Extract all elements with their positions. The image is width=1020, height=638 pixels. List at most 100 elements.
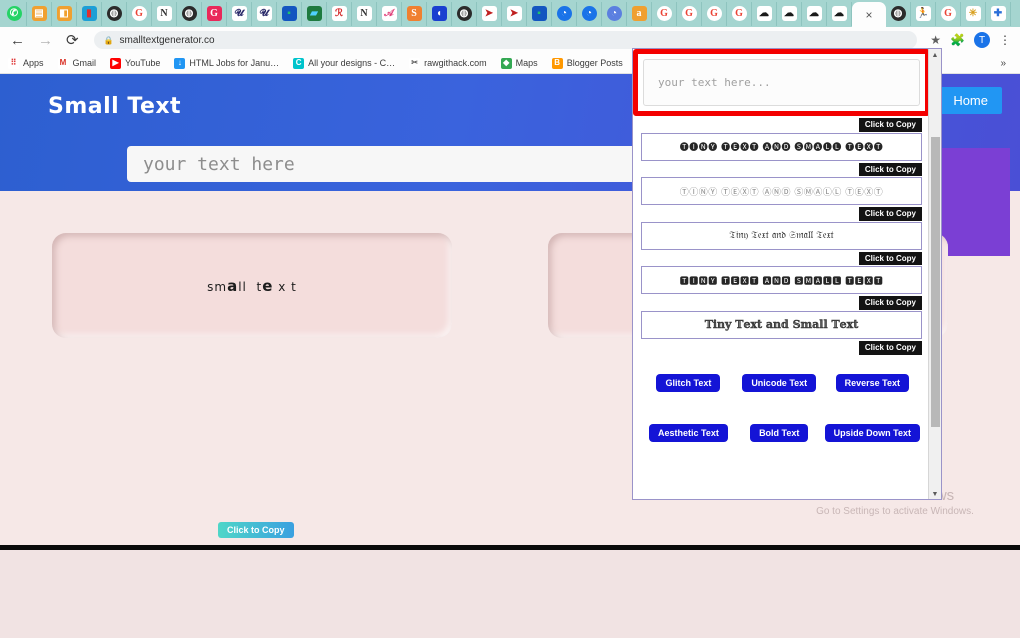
blue-box-tab-1[interactable]: ▪ xyxy=(277,1,302,26)
card-copy-button-1[interactable]: Click to Copy xyxy=(218,520,294,538)
script-tab-1-favicon-icon: 𝓤 xyxy=(231,6,247,21)
chrome-tab-7[interactable]: ◍ xyxy=(886,1,911,26)
chrome-tab-4[interactable]: ◔ xyxy=(552,1,577,26)
puzzle-tab[interactable]: ✚ xyxy=(986,1,1011,26)
result-fraktur-value: 𝔗𝔦𝔫𝔶 𝔗𝔢𝔵𝔱 𝔞𝔫𝔡 𝔖𝔪𝔞𝔩𝔩 𝔗𝔢𝔵𝔱 xyxy=(729,230,834,242)
popup-style-buttons: Glitch Text Unicode Text Reverse Text Aesth… xyxy=(633,358,930,448)
monkey-tab-2-favicon-icon: ☁ xyxy=(781,6,797,21)
chrome-tab-5-favicon-icon: ◔ xyxy=(581,6,597,21)
tab-strip: ✆ ▤ ◧ ▮ ◍ G N ◍ G 𝓤 𝓤 ▪ ▰ ℛ N 𝒜 S ◖ ◍ ➤ ➤ ▪ ◔ ◔ ◔ a G G G G ☁ ☁ ☁ ☁ × ◍ 🏃 G… xyxy=(0,0,1020,27)
amazon-tab[interactable]: a xyxy=(627,1,652,26)
popup-text-input[interactable]: your text here... xyxy=(643,59,920,106)
result-circled-light-copy-button[interactable]: Click to Copy xyxy=(858,207,922,221)
blue-red-tab[interactable]: ▮ xyxy=(77,1,102,26)
popup-input-highlight: your text here... xyxy=(633,49,930,116)
orange-app-tab[interactable]: ◧ xyxy=(52,1,77,26)
red-swoosh-tab-1[interactable]: ➤ xyxy=(477,1,502,26)
bookmark-label: All your designs - C… xyxy=(308,58,396,68)
whatsapp-tab[interactable]: ✆ xyxy=(2,1,27,26)
monkey-tab-4[interactable]: ☁ xyxy=(827,1,852,26)
forward-icon[interactable]: → xyxy=(38,33,53,48)
chrome-tab-6[interactable]: ◔ xyxy=(602,1,627,26)
red-swoosh-tab-1-favicon-icon: ➤ xyxy=(481,6,497,21)
chrome-tab-5[interactable]: ◔ xyxy=(577,1,602,26)
result-fraktur-field[interactable]: 𝔗𝔦𝔫𝔶 𝔗𝔢𝔵𝔱 𝔞𝔫𝔡 𝔖𝔪𝔞𝔩𝔩 𝔗𝔢𝔵𝔱 xyxy=(641,221,922,250)
scrollbar-thumb[interactable] xyxy=(931,137,940,427)
popup-scrollbar[interactable]: ▲ ▼ xyxy=(928,49,941,499)
monkey-tab-2[interactable]: ☁ xyxy=(777,1,802,26)
back-icon[interactable]: ← xyxy=(10,33,25,48)
card-small-text-value: small te x t xyxy=(207,276,297,295)
result-circled-light-field[interactable]: ⓉⒾⓃⓎ ⓉⒺⓍⓉ ⒶⓃⒹ ⓈⓂⒶⓁⓁ ⓉⒺⓍⓉ xyxy=(641,177,922,206)
result-serif-bold-copy-button[interactable]: Click to Copy xyxy=(858,340,922,355)
bookmarks-overflow-icon[interactable]: » xyxy=(1000,58,1012,69)
google-tab-4[interactable]: G xyxy=(702,1,727,26)
bookmark-item[interactable]: ⠿ Apps xyxy=(8,57,44,69)
glitch-text-button[interactable]: Glitch Text xyxy=(656,373,721,392)
active-tab[interactable]: × xyxy=(852,2,886,27)
new-tab-button[interactable]: + xyxy=(1011,4,1020,24)
reload-icon[interactable]: ⟳ xyxy=(66,33,79,48)
bookmark-item[interactable]: ◆ Maps xyxy=(500,57,538,69)
bookmark-item[interactable]: B Blogger Posts xyxy=(551,57,623,69)
orange-doc-tab[interactable]: ▤ xyxy=(27,1,52,26)
bookmark-item[interactable]: C All your designs - C… xyxy=(293,57,396,69)
bookmark-favicon-icon: M xyxy=(57,57,69,69)
gradient-tab-favicon-icon: ▰ xyxy=(306,6,322,21)
chrome-tab-1[interactable]: ◍ xyxy=(102,1,127,26)
unicode-text-button[interactable]: Unicode Text xyxy=(742,373,817,392)
tab-close-icon[interactable]: × xyxy=(865,8,872,22)
chrome-tab-3[interactable]: ◍ xyxy=(452,1,477,26)
scroll-down-icon[interactable]: ▼ xyxy=(929,488,941,499)
profile-avatar[interactable]: T xyxy=(974,32,990,48)
google-tab-6[interactable]: G xyxy=(936,1,961,26)
aesthetic-text-button[interactable]: Aesthetic Text xyxy=(648,423,728,442)
google-tab-5[interactable]: G xyxy=(727,1,752,26)
red-swoosh-tab-2[interactable]: ➤ xyxy=(502,1,527,26)
google-tab[interactable]: G xyxy=(127,1,152,26)
star-tab[interactable]: ✳ xyxy=(961,1,986,26)
orange-sc-tab[interactable]: S xyxy=(402,1,427,26)
grammarly-tab[interactable]: G xyxy=(202,1,227,26)
popup-input-copy-button[interactable]: Click to Copy xyxy=(858,118,922,132)
address-bar[interactable]: 🔒 smalltextgenerator.co xyxy=(93,31,918,49)
script-tab-2[interactable]: 𝓤 xyxy=(252,1,277,26)
monkey-tab-1[interactable]: ☁ xyxy=(752,1,777,26)
script-tab-1[interactable]: 𝓤 xyxy=(227,1,252,26)
runner-tab[interactable]: 🏃 xyxy=(911,1,936,26)
notion-tab-1[interactable]: N xyxy=(152,1,177,26)
gradient-tab[interactable]: ▰ xyxy=(302,1,327,26)
result-circled-bold-copy-button[interactable]: Click to Copy xyxy=(858,162,922,177)
google-tab-6-favicon-icon: G xyxy=(940,6,956,21)
bookmark-item[interactable]: ↓ HTML Jobs for Janu… xyxy=(174,57,279,69)
chrome-menu-icon[interactable]: ⋮ xyxy=(999,33,1011,47)
bookmark-star-icon[interactable]: ★ xyxy=(930,33,941,47)
monkey-tab-3[interactable]: ☁ xyxy=(802,1,827,26)
reverse-text-button[interactable]: Reverse Text xyxy=(835,373,910,392)
bookmark-item[interactable]: M Gmail xyxy=(57,57,96,69)
blue-c-tab[interactable]: ◖ xyxy=(427,1,452,26)
result-circled-bold-field[interactable]: 🅣🅘🅝🅨 🅣🅔🅧🅣 🅐🅝🅓 🅢🅜🅐🅛🅛 🅣🅔🅧🅣 xyxy=(641,132,922,161)
notion-tab-2[interactable]: N xyxy=(352,1,377,26)
bookmark-favicon-icon: ▶ xyxy=(110,57,122,69)
pink-a-tab[interactable]: 𝒜 xyxy=(377,1,402,26)
chrome-tab-2[interactable]: ◍ xyxy=(177,1,202,26)
result-negative-sq-field[interactable]: 🆃🅸🅽🆈 🆃🅴🆇🆃 🅰🅽🅳 🆂🅼🅰🅻🅻 🆃🅴🆇🆃 xyxy=(641,266,922,295)
google-tab-2[interactable]: G xyxy=(652,1,677,26)
bookmark-item[interactable]: ✂ rawgithack.com xyxy=(409,57,487,69)
result-circled-light-value: ⓉⒾⓃⓎ ⓉⒺⓍⓉ ⒶⓃⒹ ⓈⓂⒶⓁⓁ ⓉⒺⓍⓉ xyxy=(679,187,884,198)
result-negative-sq-copy-button[interactable]: Click to Copy xyxy=(858,296,922,310)
google-tab-3[interactable]: G xyxy=(677,1,702,26)
result-fraktur-copy-button[interactable]: Click to Copy xyxy=(858,251,922,266)
upside-down-text-button[interactable]: Upside Down Text xyxy=(824,423,920,442)
bookmark-item[interactable]: ▶ YouTube xyxy=(110,57,160,69)
home-button[interactable]: Home xyxy=(939,87,1002,114)
red-r-tab[interactable]: ℛ xyxy=(327,1,352,26)
card-small-text: small te x t xyxy=(52,233,452,338)
bold-text-button[interactable]: Bold Text xyxy=(750,423,809,442)
result-serif-bold-field[interactable]: 𝕋𝕚𝕟𝕪 𝕋𝕖𝕩𝕥 𝕒𝕟𝕕 𝕊𝕞𝕒𝕝𝕝 𝕋𝕖𝕩𝕥 xyxy=(641,310,922,339)
scroll-up-icon[interactable]: ▲ xyxy=(929,49,941,62)
extensions-puzzle-icon[interactable]: 🧩 xyxy=(950,33,965,47)
green-blue-tab[interactable]: ▪ xyxy=(527,1,552,26)
chrome-tab-1-favicon-icon: ◍ xyxy=(106,6,122,21)
